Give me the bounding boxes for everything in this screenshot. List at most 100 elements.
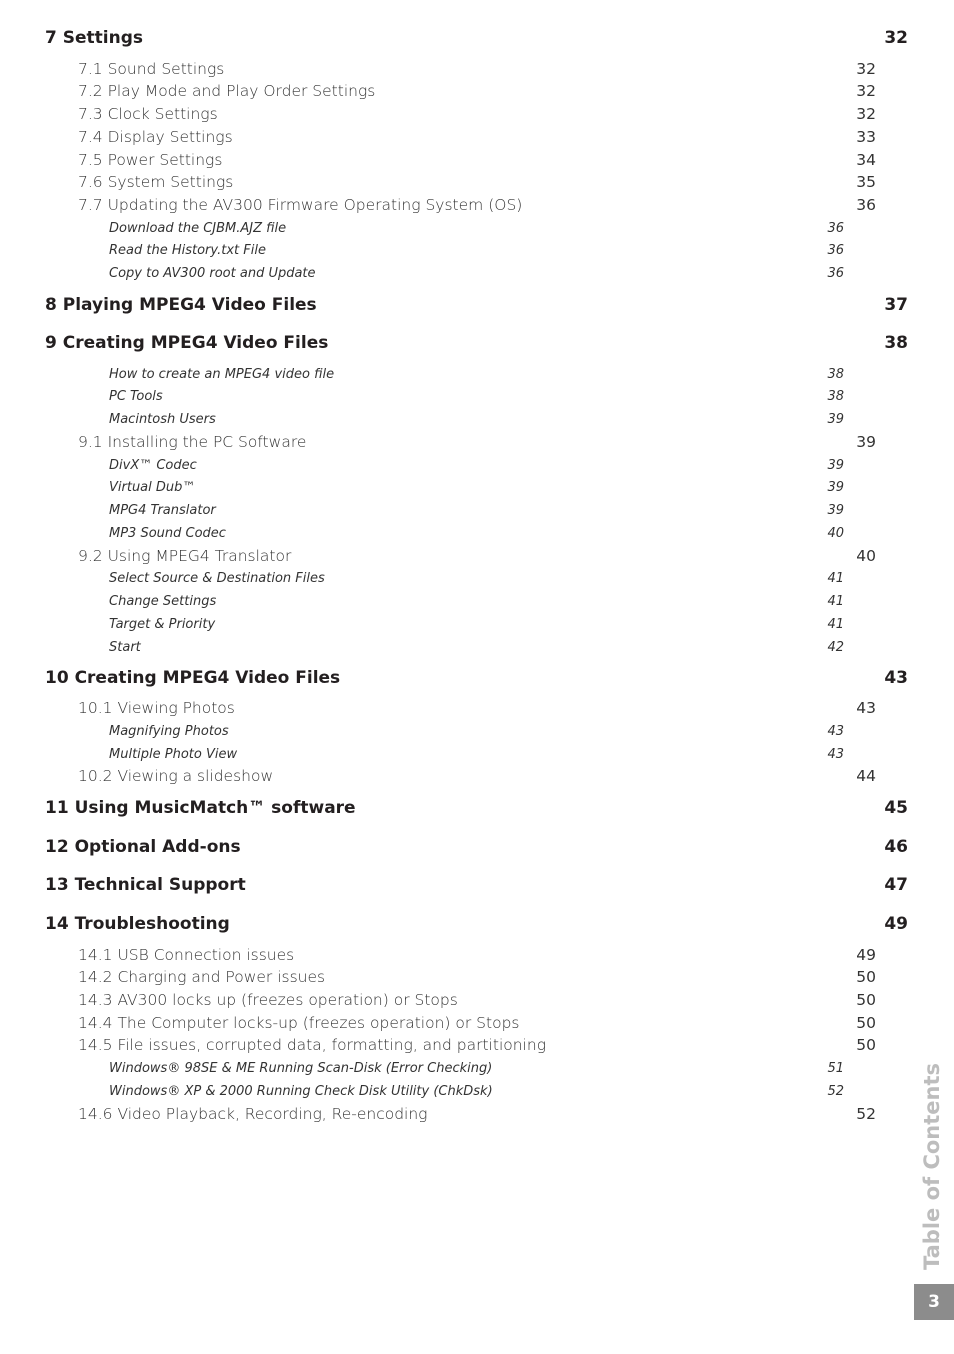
toc-entry[interactable]: 13 Technical Support 47 (0, 874, 954, 896)
toc-entry-page: 51 (827, 1061, 844, 1076)
toc-entry[interactable]: Magnifying Photos 43 (0, 721, 954, 743)
toc-entry[interactable]: 8 Playing MPEG4 Video Files 37 (0, 294, 954, 316)
toc-entry-page: 43 (856, 699, 876, 717)
toc-entry[interactable]: 9 Creating MPEG4 Video Files 38 (0, 332, 954, 354)
toc-entry-page: 40 (827, 526, 844, 541)
toc-entry[interactable]: Target & Priority 41 (0, 614, 954, 636)
toc-entry-page: 32 (856, 82, 876, 100)
toc-entry[interactable]: 7.7 Updating the AV300 Firmware Operatin… (0, 194, 954, 216)
toc-entry[interactable]: 10 Creating MPEG4 Video Files 43 (0, 667, 954, 689)
toc-entry-page: 43 (884, 668, 908, 688)
toc-entry-page: 49 (884, 914, 908, 934)
toc-entry-title: Windows® XP & 2000 Running Check Disk Ut… (109, 1084, 493, 1099)
toc-entry-page: 43 (827, 724, 844, 739)
toc-entry-page: 50 (856, 991, 876, 1009)
toc-entry-title: 10.1 Viewing Photos (78, 699, 235, 717)
toc-entry[interactable]: PC Tools 38 (0, 386, 954, 408)
toc-entry-title: MPG4 Translator (109, 503, 216, 518)
toc-entry-page: 44 (856, 767, 876, 785)
toc-entry[interactable]: 14.1 USB Connection issues 49 (0, 944, 954, 966)
toc-entry[interactable]: DivX™ Codec 39 (0, 455, 954, 477)
toc-entry[interactable]: 7.2 Play Mode and Play Order Settings 32 (0, 80, 954, 102)
toc-entry[interactable]: 14.3 AV300 locks up (freezes operation) … (0, 989, 954, 1011)
toc-entry[interactable]: Read the History.txt File 36 (0, 240, 954, 262)
toc-entry-page: 36 (827, 266, 844, 281)
toc-entry-page: 45 (884, 798, 908, 818)
toc-entry[interactable]: 14.4 The Computer locks-up (freezes oper… (0, 1012, 954, 1034)
toc-entry-page: 49 (856, 946, 876, 964)
toc-entry-page: 50 (856, 968, 876, 986)
toc-entry[interactable]: 12 Optional Add-ons 46 (0, 836, 954, 858)
toc-entry-page: 34 (856, 151, 876, 169)
toc-entry-page: 38 (884, 333, 908, 353)
toc-entry[interactable]: 14.2 Charging and Power issues 50 (0, 966, 954, 988)
toc-entry[interactable]: 14.5 File issues, corrupted data, format… (0, 1034, 954, 1056)
toc-entry[interactable]: 14.6 Video Playback, Recording, Re-encod… (0, 1103, 954, 1125)
toc-entry[interactable]: MPG4 Translator 39 (0, 500, 954, 522)
toc-entry[interactable]: 14 Troubleshooting 49 (0, 913, 954, 935)
toc-entry[interactable]: MP3 Sound Codec 40 (0, 523, 954, 545)
toc-entry-title: 8 Playing MPEG4 Video Files (45, 295, 317, 315)
toc-entry-title: Multiple Photo View (109, 747, 238, 762)
toc-entry[interactable]: 10.2 Viewing a slideshow 44 (0, 765, 954, 787)
toc-entry-page: 36 (856, 196, 876, 214)
toc-entry-title: Download the CJBM.AJZ file (109, 221, 287, 236)
toc-entry-page: 32 (884, 28, 908, 48)
toc-entry[interactable]: Macintosh Users 39 (0, 409, 954, 431)
toc-entry-page: 42 (827, 640, 844, 655)
toc-entry-title: 10 Creating MPEG4 Video Files (45, 668, 341, 688)
toc-entry-title: DivX™ Codec (109, 458, 197, 473)
toc-entry-page: 38 (827, 367, 844, 382)
toc-entry-page: 43 (827, 747, 844, 762)
toc-entry-title: 9.1 Installing the PC Software (78, 433, 307, 451)
toc-entry[interactable]: 7 Settings 32 (0, 27, 954, 49)
section-tab-label: Table of Contents (920, 1062, 944, 1270)
toc-entry-page: 47 (884, 875, 908, 895)
toc-entry-title: Macintosh Users (109, 412, 216, 427)
toc-entry-page: 33 (856, 128, 876, 146)
toc-entry[interactable]: 9.1 Installing the PC Software 39 (0, 431, 954, 453)
toc-entry[interactable]: 7.5 Power Settings 34 (0, 149, 954, 171)
toc-entry-page: 39 (827, 503, 844, 518)
toc-entry[interactable]: Multiple Photo View 43 (0, 744, 954, 766)
toc-entry-title: Select Source & Destination Files (109, 571, 325, 586)
toc-entry-title: Windows® 98SE & ME Running Scan-Disk (Er… (109, 1061, 493, 1076)
toc-entry[interactable]: Virtual Dub™ 39 (0, 477, 954, 499)
toc-entry[interactable]: 7.3 Clock Settings 32 (0, 103, 954, 125)
toc-entry-title: Virtual Dub™ (109, 480, 196, 495)
toc-entry[interactable]: Change Settings 41 (0, 591, 954, 613)
toc-entry-page: 39 (827, 480, 844, 495)
toc-entry-page: 39 (827, 412, 844, 427)
toc-entry[interactable]: 7.6 System Settings 35 (0, 171, 954, 193)
toc-entry-title: 7.6 System Settings (78, 173, 234, 191)
toc-entry-title: 7.3 Clock Settings (78, 105, 218, 123)
toc-entry[interactable]: Copy to AV300 root and Update 36 (0, 263, 954, 285)
toc-entry-title: Target & Priority (109, 617, 216, 632)
toc-entry[interactable]: How to create an MPEG4 video file 38 (0, 364, 954, 386)
toc-entry[interactable]: Start 42 (0, 637, 954, 659)
toc-entry-title: 7.5 Power Settings (78, 151, 223, 169)
toc-entry[interactable]: Select Source & Destination Files 41 (0, 568, 954, 590)
toc-entry-title: 14.3 AV300 locks up (freezes operation) … (78, 991, 458, 1009)
page-number: 3 (914, 1284, 954, 1320)
toc-entry-title: Magnifying Photos (109, 724, 229, 739)
toc-entry[interactable]: 7.1 Sound Settings 32 (0, 58, 954, 80)
toc-entry[interactable]: Windows® XP & 2000 Running Check Disk Ut… (0, 1081, 954, 1103)
toc-entry-page: 37 (884, 295, 908, 315)
toc-entry[interactable]: Windows® 98SE & ME Running Scan-Disk (Er… (0, 1058, 954, 1080)
toc-entry[interactable]: Download the CJBM.AJZ file 36 (0, 218, 954, 240)
toc-entry-page: 36 (827, 221, 844, 236)
toc-entry[interactable]: 7.4 Display Settings 33 (0, 126, 954, 148)
toc-entry-title: 14.1 USB Connection issues (78, 946, 295, 964)
toc-entry-title: 12 Optional Add-ons (45, 837, 241, 857)
toc-entry[interactable]: 11 Using MusicMatch™ software 45 (0, 797, 954, 819)
toc-entry-page: 52 (856, 1105, 876, 1123)
toc-entry[interactable]: 10.1 Viewing Photos 43 (0, 697, 954, 719)
toc-entry-page: 50 (856, 1036, 876, 1054)
toc-entry-page: 39 (856, 433, 876, 451)
toc-entry-title: 14.2 Charging and Power issues (78, 968, 326, 986)
toc-entry-page: 39 (827, 458, 844, 473)
toc-entry-title: MP3 Sound Codec (109, 526, 226, 541)
toc-entry-title: 14.5 File issues, corrupted data, format… (78, 1036, 546, 1054)
toc-entry[interactable]: 9.2 Using MPEG4 Translator 40 (0, 545, 954, 567)
